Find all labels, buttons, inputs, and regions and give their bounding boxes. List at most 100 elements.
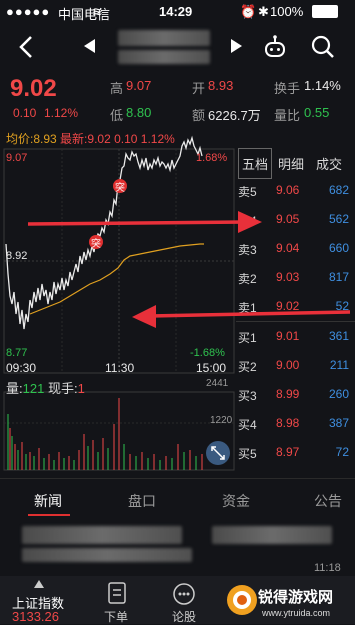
index-value: 3133.26 bbox=[12, 609, 59, 624]
news-title-blurred-3 bbox=[22, 548, 192, 562]
tab-announcements[interactable]: 公告 bbox=[314, 491, 342, 511]
book-row-label: 卖1 bbox=[238, 301, 257, 315]
time-mid-label: 11:30 bbox=[105, 361, 135, 375]
nav-bar bbox=[0, 22, 355, 72]
price-change-pct: 1.12% bbox=[44, 106, 79, 120]
book-row-buy5[interactable]: 买5 8.97 72 bbox=[236, 438, 355, 467]
book-row-volume: 682 bbox=[328, 183, 349, 197]
battery-percent: 100% bbox=[270, 4, 304, 19]
watermark-text: 锐得游戏网 bbox=[258, 589, 334, 606]
stock-name-blurred bbox=[118, 30, 210, 46]
tab-five-levels[interactable]: 五档 bbox=[238, 148, 273, 179]
turnover-label: 换手 bbox=[274, 81, 301, 96]
y-low-label: 8.77 bbox=[6, 347, 28, 359]
book-row-price: 9.04 bbox=[276, 241, 300, 255]
divider bbox=[0, 478, 355, 479]
news-title-blurred-2 bbox=[212, 526, 332, 544]
tab-trades[interactable]: 成交 bbox=[316, 154, 342, 173]
book-row-label: 卖4 bbox=[238, 214, 257, 228]
next-stock-icon[interactable] bbox=[231, 39, 243, 53]
book-row-volume: 72 bbox=[335, 445, 349, 459]
watermark-logo-icon bbox=[227, 585, 257, 615]
volume-high-label: 2441 bbox=[206, 378, 229, 389]
volume-label: 量: bbox=[6, 381, 23, 396]
book-row-price: 9.03 bbox=[276, 270, 300, 284]
book-row-sell4[interactable]: 卖4 9.05 562 bbox=[236, 205, 355, 234]
breakout-marker[interactable]: 突 bbox=[91, 235, 101, 250]
book-row-buy4[interactable]: 买4 8.98 387 bbox=[236, 409, 355, 438]
book-row-volume: 817 bbox=[328, 270, 349, 284]
book-row-volume: 562 bbox=[328, 212, 349, 226]
battery-icon bbox=[312, 5, 338, 18]
tab-market[interactable]: 盘口 bbox=[128, 491, 156, 511]
forum-label[interactable]: 论股 bbox=[172, 608, 196, 625]
book-row-label: 买3 bbox=[238, 389, 257, 403]
tab-funds[interactable]: 资金 bbox=[222, 491, 250, 511]
book-row-label: 买5 bbox=[238, 447, 257, 461]
bluetooth-icon: ✱ bbox=[258, 4, 269, 19]
book-row-price: 8.98 bbox=[276, 416, 300, 430]
breakout-marker[interactable]: 突 bbox=[115, 179, 125, 194]
turnover-value: 1.14% bbox=[304, 78, 341, 93]
forum-icon[interactable] bbox=[172, 582, 196, 606]
book-row-sell2[interactable]: 卖2 9.03 817 bbox=[236, 263, 355, 292]
tab-detail[interactable]: 明细 bbox=[278, 154, 304, 173]
intraday-chart[interactable]: 9.07 1.68% 8.92 8.77 -1.68% 09:30 11:30 … bbox=[0, 124, 236, 474]
robot-icon[interactable] bbox=[262, 34, 288, 60]
book-tabs: 五档 明细 成交 bbox=[236, 148, 355, 179]
news-item[interactable]: 11:18 bbox=[0, 516, 355, 576]
low-label: 低 bbox=[110, 108, 124, 123]
book-row-volume: 361 bbox=[328, 329, 349, 343]
expand-icon[interactable] bbox=[205, 440, 231, 466]
clock: 14:29 bbox=[159, 4, 193, 19]
hand-label: 现手: bbox=[47, 381, 78, 396]
book-row-buy2[interactable]: 买2 9.00 211 bbox=[236, 351, 355, 380]
volume-value: 121 bbox=[22, 381, 45, 396]
book-row-buy1[interactable]: 买1 9.01 361 bbox=[236, 322, 355, 351]
volume-mid-label: 1220 bbox=[210, 415, 233, 426]
book-row-label: 卖3 bbox=[238, 243, 257, 257]
signal-icon: ●●●●● bbox=[6, 4, 51, 19]
book-row-sell1[interactable]: 卖1 9.02 52 bbox=[236, 292, 355, 321]
order-book: 卖5 9.06 682 卖4 9.05 562 卖3 9.04 660 卖2 9… bbox=[236, 176, 355, 466]
book-row-label: 买4 bbox=[238, 418, 257, 432]
book-row-label: 买1 bbox=[238, 331, 257, 345]
volume-info: 量:121 现手:1 bbox=[6, 378, 85, 397]
book-row-buy3[interactable]: 买3 8.99 260 bbox=[236, 380, 355, 409]
order-icon[interactable] bbox=[108, 582, 126, 604]
news-time: 11:18 bbox=[314, 562, 341, 574]
alarm-icon: ⏰ bbox=[240, 4, 257, 19]
volume-bars bbox=[6, 394, 232, 470]
book-row-price: 9.00 bbox=[276, 358, 300, 372]
high-value: 9.07 bbox=[126, 78, 152, 93]
pct-low-label: -1.68% bbox=[190, 347, 225, 359]
book-row-sell5[interactable]: 卖5 9.06 682 bbox=[236, 176, 355, 205]
volume-ratio-label: 量比 bbox=[274, 108, 301, 123]
price-change: 0.10 bbox=[13, 106, 37, 120]
order-label[interactable]: 下单 bbox=[104, 608, 128, 625]
wifi-icon: ≋ bbox=[92, 4, 103, 19]
y-mid-label: 8.92 bbox=[6, 250, 28, 262]
pct-high-label: 1.68% bbox=[196, 152, 228, 164]
back-icon[interactable] bbox=[16, 34, 36, 60]
up-arrow-icon bbox=[34, 580, 44, 588]
hand-value: 1 bbox=[77, 381, 85, 396]
low-value: 8.80 bbox=[126, 105, 152, 120]
search-icon[interactable] bbox=[310, 34, 336, 60]
tab-news[interactable]: 新闻 bbox=[34, 491, 62, 511]
book-row-volume: 52 bbox=[335, 299, 349, 313]
amount-value: 6226.7万 bbox=[208, 108, 261, 123]
open-value: 8.93 bbox=[208, 78, 234, 93]
book-row-price: 9.06 bbox=[276, 183, 300, 197]
status-bar: ●●●●● 中国电信 ≋ 14:29 ⏰ ✱ 100% bbox=[0, 0, 355, 22]
open-label: 开 bbox=[192, 81, 206, 96]
book-row-volume: 660 bbox=[328, 241, 349, 255]
book-row-sell3[interactable]: 卖3 9.04 660 bbox=[236, 234, 355, 263]
prev-stock-icon[interactable] bbox=[84, 39, 96, 53]
news-title-blurred-1 bbox=[22, 526, 182, 544]
book-row-price: 8.97 bbox=[276, 445, 300, 459]
bottom-tabs: 新闻 盘口 资金 公告 bbox=[0, 482, 355, 516]
book-row-price: 8.99 bbox=[276, 387, 300, 401]
stock-code-blurred bbox=[118, 50, 210, 64]
amount-label: 额 bbox=[192, 108, 206, 123]
